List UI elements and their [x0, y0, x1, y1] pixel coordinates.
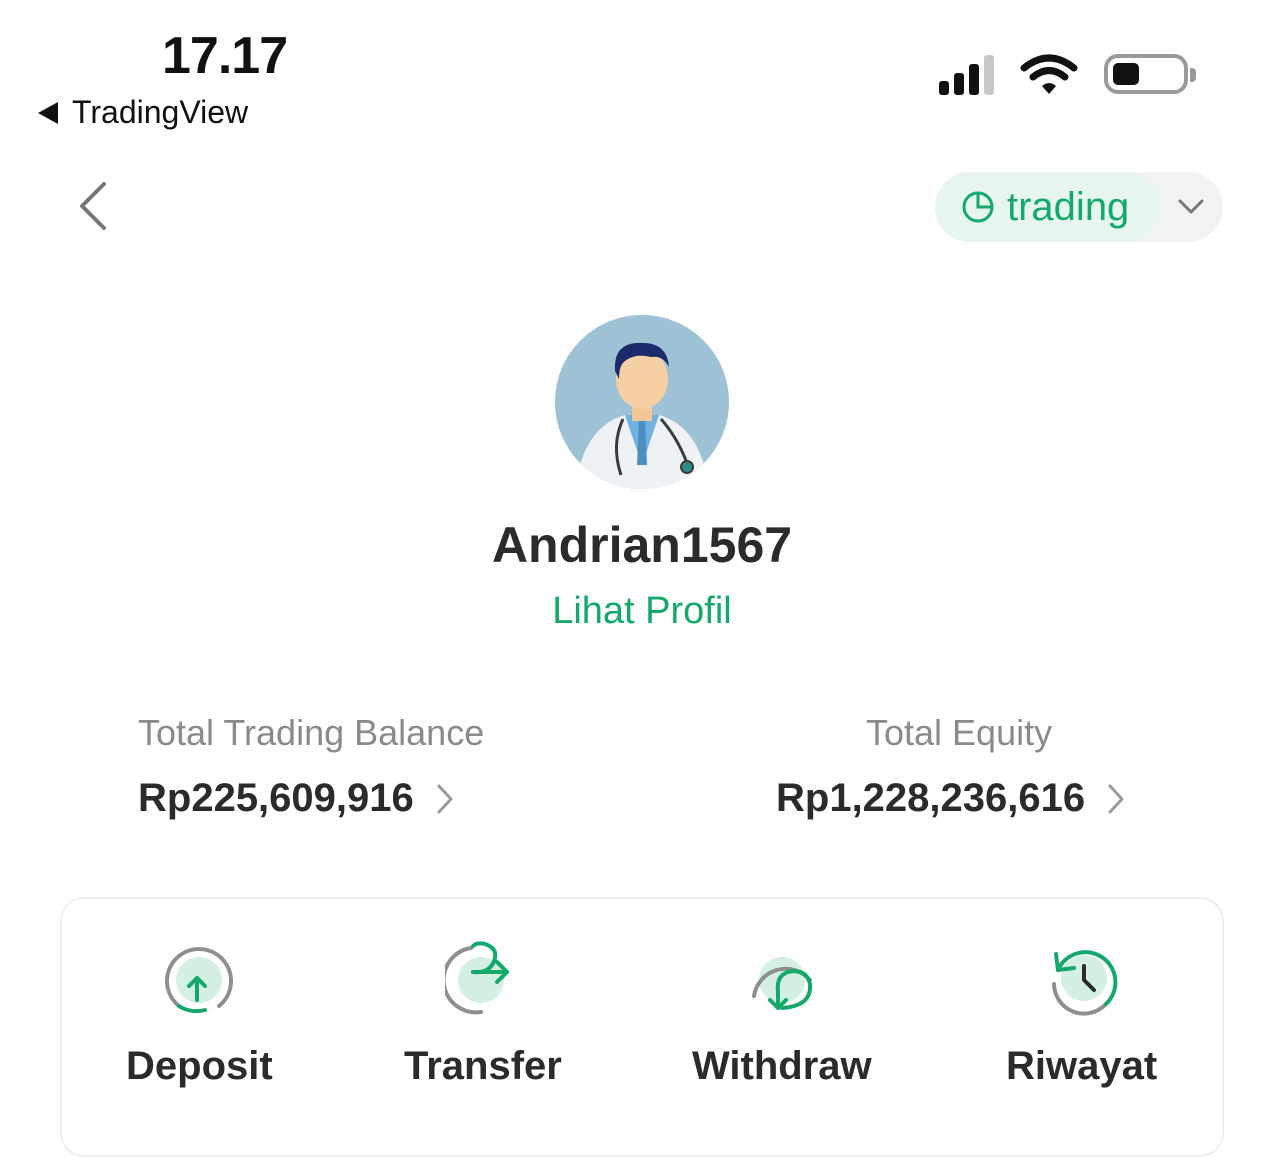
- doctor-avatar-icon: [555, 315, 729, 489]
- view-profile-link[interactable]: Lihat Profil: [0, 590, 1284, 633]
- pie-chart-icon: [962, 191, 994, 223]
- total-equity: Total Equity Rp1,228,236,616: [776, 712, 1125, 821]
- trading-balance-value-button[interactable]: Rp225,609,916: [138, 776, 484, 821]
- cellular-signal-icon: [939, 53, 994, 95]
- back-triangle-icon: [38, 101, 58, 124]
- back-chevron-icon[interactable]: [72, 178, 112, 234]
- transfer-label: Transfer: [404, 1044, 562, 1088]
- account-pill[interactable]: trading: [935, 172, 1161, 242]
- trading-balance: Total Trading Balance Rp225,609,916: [138, 712, 484, 821]
- back-to-app-link[interactable]: TradingView: [38, 94, 248, 131]
- total-equity-label: Total Equity: [866, 712, 1053, 753]
- history-label: Riwayat: [1006, 1044, 1158, 1088]
- withdraw-label: Withdraw: [692, 1044, 872, 1088]
- withdraw-icon: [751, 957, 812, 1010]
- avatar[interactable]: [555, 315, 729, 489]
- trading-balance-label: Total Trading Balance: [138, 712, 485, 753]
- deposit-label: Deposit: [126, 1044, 273, 1088]
- chevron-right-icon: [437, 784, 453, 813]
- withdraw-button[interactable]: Withdraw: [692, 940, 872, 1089]
- transfer-icon: [444, 941, 509, 1015]
- account-switcher[interactable]: trading: [935, 172, 1223, 242]
- trading-balance-value: Rp225,609,916: [138, 776, 414, 820]
- chevron-down-icon[interactable]: [1177, 198, 1205, 216]
- history-button[interactable]: Riwayat: [1006, 940, 1157, 1089]
- total-equity-value-button[interactable]: Rp1,228,236,616: [776, 776, 1125, 821]
- wifi-icon: [1020, 54, 1078, 94]
- status-time: 17.17: [162, 27, 288, 85]
- account-label: trading: [1007, 184, 1130, 229]
- deposit-icon: [165, 947, 234, 1014]
- total-equity-value: Rp1,228,236,616: [776, 776, 1086, 820]
- battery-icon: [1104, 54, 1196, 94]
- back-app-label: TradingView: [72, 94, 249, 130]
- deposit-button[interactable]: Deposit: [126, 940, 273, 1089]
- transfer-button[interactable]: Transfer: [404, 940, 562, 1089]
- history-icon: [1051, 950, 1117, 1016]
- status-icons: [939, 52, 1196, 96]
- username: Andrian1567: [491, 517, 793, 573]
- chevron-right-icon: [1108, 784, 1124, 813]
